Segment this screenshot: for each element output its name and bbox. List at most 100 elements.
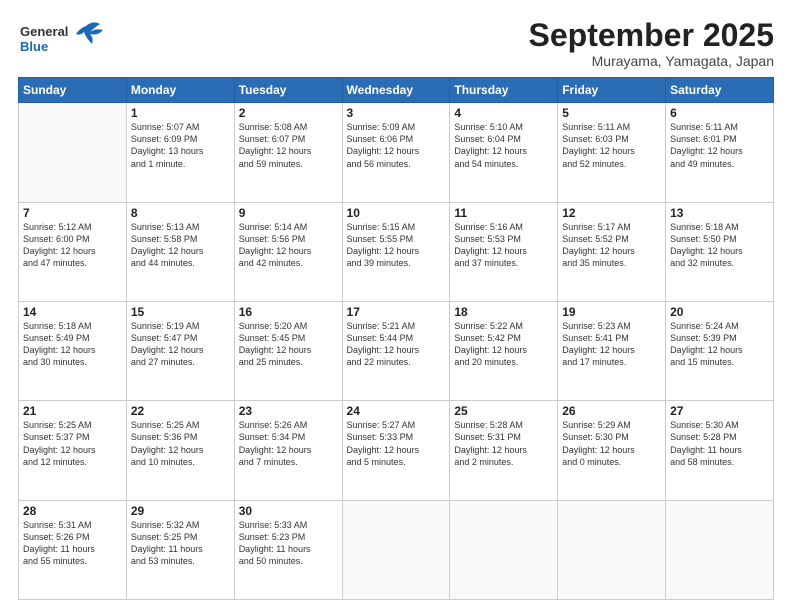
day-number: 7: [23, 206, 122, 220]
day-info: Sunrise: 5:30 AM Sunset: 5:28 PM Dayligh…: [670, 419, 769, 468]
calendar-cell: 27Sunrise: 5:30 AM Sunset: 5:28 PM Dayli…: [666, 401, 774, 500]
day-info: Sunrise: 5:14 AM Sunset: 5:56 PM Dayligh…: [239, 221, 338, 270]
day-number: 14: [23, 305, 122, 319]
calendar-cell: 10Sunrise: 5:15 AM Sunset: 5:55 PM Dayli…: [342, 202, 450, 301]
day-info: Sunrise: 5:29 AM Sunset: 5:30 PM Dayligh…: [562, 419, 661, 468]
page: General Blue September 2025 Murayama, Ya…: [0, 0, 792, 612]
title-area: September 2025 Murayama, Yamagata, Japan: [529, 18, 774, 69]
day-info: Sunrise: 5:16 AM Sunset: 5:53 PM Dayligh…: [454, 221, 553, 270]
day-info: Sunrise: 5:24 AM Sunset: 5:39 PM Dayligh…: [670, 320, 769, 369]
day-number: 25: [454, 404, 553, 418]
day-number: 24: [347, 404, 446, 418]
day-info: Sunrise: 5:08 AM Sunset: 6:07 PM Dayligh…: [239, 121, 338, 170]
calendar-cell: 1Sunrise: 5:07 AM Sunset: 6:09 PM Daylig…: [126, 103, 234, 202]
top-header: General Blue September 2025 Murayama, Ya…: [18, 18, 774, 69]
calendar-cell: 13Sunrise: 5:18 AM Sunset: 5:50 PM Dayli…: [666, 202, 774, 301]
day-number: 20: [670, 305, 769, 319]
calendar-cell: 6Sunrise: 5:11 AM Sunset: 6:01 PM Daylig…: [666, 103, 774, 202]
calendar-cell: 18Sunrise: 5:22 AM Sunset: 5:42 PM Dayli…: [450, 301, 558, 400]
day-number: 30: [239, 504, 338, 518]
day-info: Sunrise: 5:23 AM Sunset: 5:41 PM Dayligh…: [562, 320, 661, 369]
logo-area: General Blue: [18, 18, 108, 65]
day-info: Sunrise: 5:28 AM Sunset: 5:31 PM Dayligh…: [454, 419, 553, 468]
day-info: Sunrise: 5:19 AM Sunset: 5:47 PM Dayligh…: [131, 320, 230, 369]
day-number: 29: [131, 504, 230, 518]
day-number: 18: [454, 305, 553, 319]
calendar-cell: 4Sunrise: 5:10 AM Sunset: 6:04 PM Daylig…: [450, 103, 558, 202]
calendar-cell: 8Sunrise: 5:13 AM Sunset: 5:58 PM Daylig…: [126, 202, 234, 301]
calendar-cell: 7Sunrise: 5:12 AM Sunset: 6:00 PM Daylig…: [19, 202, 127, 301]
calendar-cell: [558, 500, 666, 599]
day-number: 16: [239, 305, 338, 319]
day-info: Sunrise: 5:27 AM Sunset: 5:33 PM Dayligh…: [347, 419, 446, 468]
day-info: Sunrise: 5:32 AM Sunset: 5:25 PM Dayligh…: [131, 519, 230, 568]
calendar-cell: 25Sunrise: 5:28 AM Sunset: 5:31 PM Dayli…: [450, 401, 558, 500]
day-number: 17: [347, 305, 446, 319]
calendar-cell: 30Sunrise: 5:33 AM Sunset: 5:23 PM Dayli…: [234, 500, 342, 599]
calendar-cell: 20Sunrise: 5:24 AM Sunset: 5:39 PM Dayli…: [666, 301, 774, 400]
day-info: Sunrise: 5:17 AM Sunset: 5:52 PM Dayligh…: [562, 221, 661, 270]
day-info: Sunrise: 5:18 AM Sunset: 5:50 PM Dayligh…: [670, 221, 769, 270]
week-row-1: 7Sunrise: 5:12 AM Sunset: 6:00 PM Daylig…: [19, 202, 774, 301]
calendar-cell: 12Sunrise: 5:17 AM Sunset: 5:52 PM Dayli…: [558, 202, 666, 301]
day-number: 5: [562, 106, 661, 120]
day-info: Sunrise: 5:31 AM Sunset: 5:26 PM Dayligh…: [23, 519, 122, 568]
day-info: Sunrise: 5:33 AM Sunset: 5:23 PM Dayligh…: [239, 519, 338, 568]
weekday-header-sunday: Sunday: [19, 78, 127, 103]
weekday-header-wednesday: Wednesday: [342, 78, 450, 103]
day-number: 1: [131, 106, 230, 120]
day-number: 21: [23, 404, 122, 418]
day-number: 8: [131, 206, 230, 220]
calendar-cell: [666, 500, 774, 599]
calendar-cell: 26Sunrise: 5:29 AM Sunset: 5:30 PM Dayli…: [558, 401, 666, 500]
calendar-cell: 11Sunrise: 5:16 AM Sunset: 5:53 PM Dayli…: [450, 202, 558, 301]
weekday-header-tuesday: Tuesday: [234, 78, 342, 103]
day-number: 23: [239, 404, 338, 418]
day-number: 22: [131, 404, 230, 418]
calendar-cell: 3Sunrise: 5:09 AM Sunset: 6:06 PM Daylig…: [342, 103, 450, 202]
calendar-cell: 24Sunrise: 5:27 AM Sunset: 5:33 PM Dayli…: [342, 401, 450, 500]
day-info: Sunrise: 5:25 AM Sunset: 5:36 PM Dayligh…: [131, 419, 230, 468]
location: Murayama, Yamagata, Japan: [529, 53, 774, 69]
calendar-cell: [19, 103, 127, 202]
calendar-cell: 23Sunrise: 5:26 AM Sunset: 5:34 PM Dayli…: [234, 401, 342, 500]
svg-text:Blue: Blue: [20, 39, 48, 54]
calendar-cell: 21Sunrise: 5:25 AM Sunset: 5:37 PM Dayli…: [19, 401, 127, 500]
calendar-cell: 15Sunrise: 5:19 AM Sunset: 5:47 PM Dayli…: [126, 301, 234, 400]
calendar-cell: 16Sunrise: 5:20 AM Sunset: 5:45 PM Dayli…: [234, 301, 342, 400]
day-info: Sunrise: 5:12 AM Sunset: 6:00 PM Dayligh…: [23, 221, 122, 270]
weekday-header-thursday: Thursday: [450, 78, 558, 103]
calendar-cell: [342, 500, 450, 599]
month-title: September 2025: [529, 18, 774, 53]
day-info: Sunrise: 5:11 AM Sunset: 6:03 PM Dayligh…: [562, 121, 661, 170]
calendar-cell: 9Sunrise: 5:14 AM Sunset: 5:56 PM Daylig…: [234, 202, 342, 301]
week-row-4: 28Sunrise: 5:31 AM Sunset: 5:26 PM Dayli…: [19, 500, 774, 599]
day-number: 27: [670, 404, 769, 418]
day-number: 2: [239, 106, 338, 120]
week-row-3: 21Sunrise: 5:25 AM Sunset: 5:37 PM Dayli…: [19, 401, 774, 500]
calendar-cell: 19Sunrise: 5:23 AM Sunset: 5:41 PM Dayli…: [558, 301, 666, 400]
weekday-header-row: SundayMondayTuesdayWednesdayThursdayFrid…: [19, 78, 774, 103]
day-number: 15: [131, 305, 230, 319]
day-number: 12: [562, 206, 661, 220]
day-info: Sunrise: 5:20 AM Sunset: 5:45 PM Dayligh…: [239, 320, 338, 369]
day-info: Sunrise: 5:09 AM Sunset: 6:06 PM Dayligh…: [347, 121, 446, 170]
day-number: 3: [347, 106, 446, 120]
day-info: Sunrise: 5:25 AM Sunset: 5:37 PM Dayligh…: [23, 419, 122, 468]
day-number: 10: [347, 206, 446, 220]
week-row-0: 1Sunrise: 5:07 AM Sunset: 6:09 PM Daylig…: [19, 103, 774, 202]
day-info: Sunrise: 5:15 AM Sunset: 5:55 PM Dayligh…: [347, 221, 446, 270]
logo-svg: General Blue: [18, 18, 108, 60]
calendar-cell: 14Sunrise: 5:18 AM Sunset: 5:49 PM Dayli…: [19, 301, 127, 400]
weekday-header-saturday: Saturday: [666, 78, 774, 103]
day-info: Sunrise: 5:13 AM Sunset: 5:58 PM Dayligh…: [131, 221, 230, 270]
weekday-header-friday: Friday: [558, 78, 666, 103]
day-info: Sunrise: 5:26 AM Sunset: 5:34 PM Dayligh…: [239, 419, 338, 468]
weekday-header-monday: Monday: [126, 78, 234, 103]
day-number: 13: [670, 206, 769, 220]
day-info: Sunrise: 5:21 AM Sunset: 5:44 PM Dayligh…: [347, 320, 446, 369]
day-info: Sunrise: 5:11 AM Sunset: 6:01 PM Dayligh…: [670, 121, 769, 170]
calendar-cell: 29Sunrise: 5:32 AM Sunset: 5:25 PM Dayli…: [126, 500, 234, 599]
day-number: 11: [454, 206, 553, 220]
day-info: Sunrise: 5:22 AM Sunset: 5:42 PM Dayligh…: [454, 320, 553, 369]
